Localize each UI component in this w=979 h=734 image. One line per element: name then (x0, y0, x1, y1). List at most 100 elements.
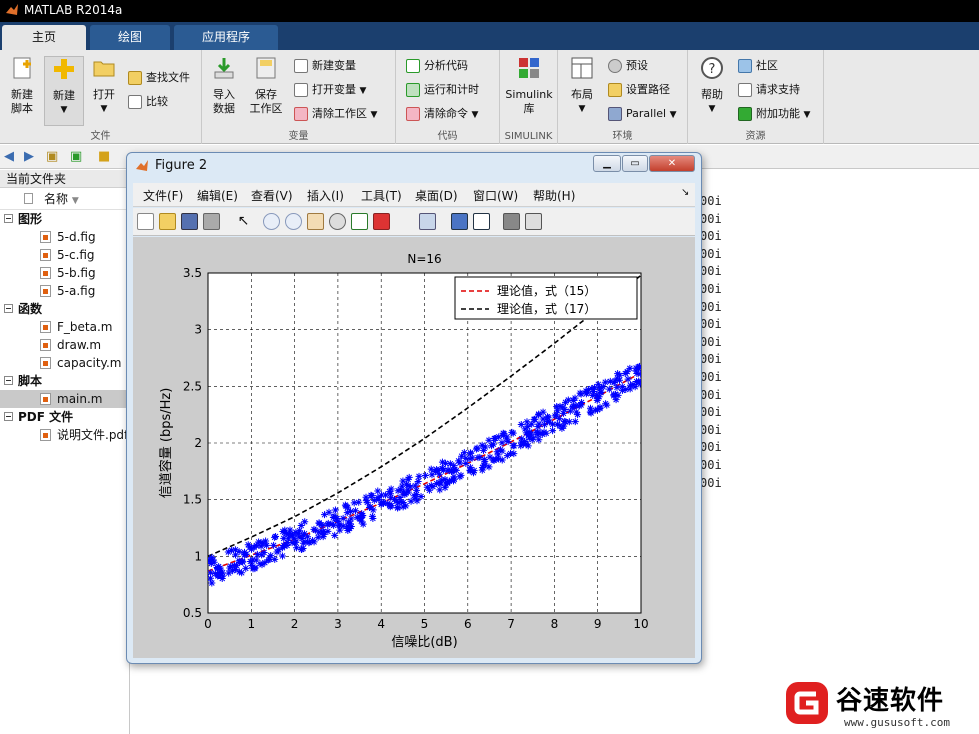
svg-text:?: ? (709, 62, 716, 77)
y-axis-label: 信道容量 (bps/Hz) (158, 388, 174, 499)
tree-file-item[interactable]: 5-b.fig (0, 264, 129, 282)
link-plot-icon[interactable] (419, 213, 436, 230)
tree-file-item[interactable]: 5-a.fig (0, 282, 129, 300)
tree-file-item[interactable]: 5-d.fig (0, 228, 129, 246)
back-arrow-icon[interactable]: ◀ (4, 149, 14, 164)
request-support-button[interactable]: 请求支持 (738, 80, 800, 100)
dock-arrow-icon[interactable]: ↘ (681, 187, 689, 198)
data-point-star (616, 371, 624, 379)
clear-commands-button[interactable]: 清除命令 ▼ (406, 104, 478, 124)
parallel-button[interactable]: Parallel ▼ (608, 104, 677, 124)
tree-file-item[interactable]: 5-c.fig (0, 246, 129, 264)
pan-hand-icon[interactable] (307, 213, 324, 230)
up-folder-icon[interactable]: ▣ (46, 149, 58, 164)
tab-home[interactable]: 主页 (2, 25, 86, 50)
help-button[interactable]: ? 帮助 ▼ (692, 56, 732, 116)
legend-icon[interactable] (473, 213, 490, 230)
data-cursor-icon[interactable] (351, 213, 368, 230)
menu-file[interactable]: 文件(F) (143, 187, 183, 204)
compare-icon (128, 95, 142, 109)
group-resources-label: 资源 (745, 131, 766, 142)
forward-arrow-icon[interactable]: ▶ (24, 149, 34, 164)
data-point-star (504, 438, 512, 446)
open-variable-button[interactable]: 打开变量 ▼ (294, 80, 366, 100)
tree-file-item[interactable]: draw.m (0, 336, 129, 354)
tree-file-label: F_beta.m (57, 320, 113, 334)
menu-help[interactable]: 帮助(H) (533, 187, 575, 204)
data-point-star (525, 431, 533, 439)
new-figure-icon[interactable] (137, 213, 154, 230)
menu-insert[interactable]: 插入(I) (307, 187, 344, 204)
y-tick-label: 2.5 (183, 379, 202, 393)
import-data-button[interactable]: 导入 数据 (204, 56, 244, 116)
minimize-button[interactable]: ▁ (593, 155, 621, 172)
x-tick-label: 3 (334, 617, 342, 631)
layout-button[interactable]: 布局 ▼ (562, 56, 602, 116)
new-script-button[interactable]: 新建 脚本 (2, 56, 42, 116)
close-button[interactable]: ✕ (649, 155, 695, 172)
rotate-3d-icon[interactable] (329, 213, 346, 230)
community-button[interactable]: 社区 (738, 56, 778, 76)
analyze-code-button[interactable]: 分析代码 (406, 56, 468, 76)
tree-file-item[interactable]: main.m (0, 390, 129, 408)
preferences-button[interactable]: 预设 (608, 56, 648, 76)
scatter-chart[interactable]: 0 1 2 3 4 5 6 7 8 9 10 0.5 1 1.5 2 2.5 3 3.5 N=16 信噪比(dB) 信道… (133, 237, 695, 658)
print-icon[interactable] (203, 213, 220, 230)
menu-edit[interactable]: 编辑(E) (197, 187, 238, 204)
tree-category[interactable]: PDF 文件 (0, 408, 129, 426)
new-button[interactable]: 新建 ▼ (44, 56, 84, 126)
tree-category[interactable]: 图形 (0, 210, 129, 228)
zoom-out-icon[interactable] (285, 213, 302, 230)
browse-folder-icon[interactable]: ▣ (70, 149, 82, 164)
save-workspace-button[interactable]: 保存 工作区 (246, 56, 286, 116)
menu-desktop[interactable]: 桌面(D) (415, 187, 458, 204)
maximize-button[interactable]: ▭ (622, 155, 648, 172)
simulink-library-button[interactable]: Simulink 库 (504, 56, 554, 116)
x-tick-label: 5 (421, 617, 429, 631)
figure-canvas[interactable]: 0 1 2 3 4 5 6 7 8 9 10 0.5 1 1.5 2 2.5 3 3.5 N=16 信噪比(dB) 信道… (133, 237, 695, 658)
compare-button[interactable]: 比较 (128, 92, 168, 112)
name-column-header[interactable]: 名称 ▼ (0, 188, 129, 210)
show-plot-tools-icon[interactable] (525, 213, 542, 230)
figure-window[interactable]: Figure 2 ▁ ▭ ✕ 文件(F) 编辑(E) 查看(V) 插入(I) 工… (126, 152, 702, 664)
file-icon (40, 429, 51, 441)
data-point-star (498, 447, 506, 455)
run-and-time-button[interactable]: 运行和计时 (406, 80, 479, 100)
set-path-button[interactable]: 设置路径 (608, 80, 670, 100)
menu-tools[interactable]: 工具(T) (361, 187, 402, 204)
open-file-icon[interactable] (159, 213, 176, 230)
group-variable-label: 变量 (288, 131, 309, 142)
data-point-star (578, 398, 586, 406)
collapse-toggle-icon[interactable] (4, 214, 13, 223)
clear-workspace-button[interactable]: 清除工作区 ▼ (294, 104, 377, 124)
data-point-star (258, 551, 266, 559)
collapse-toggle-icon[interactable] (4, 376, 13, 385)
tree-file-item[interactable]: capacity.m (0, 354, 129, 372)
new-variable-button[interactable]: 新建变量 (294, 56, 356, 76)
pointer-icon[interactable]: ↖ (235, 213, 252, 230)
collapse-toggle-icon[interactable] (4, 304, 13, 313)
zoom-in-icon[interactable] (263, 213, 280, 230)
brush-icon[interactable] (373, 213, 390, 230)
data-point-star (272, 532, 280, 540)
new-plus-icon (54, 59, 74, 79)
tree-file-item[interactable]: 说明文件.pdf (0, 426, 129, 444)
hide-plot-tools-icon[interactable] (503, 213, 520, 230)
collapse-toggle-icon[interactable] (4, 412, 13, 421)
find-files-button[interactable]: 查找文件 (128, 68, 190, 88)
set-path-label: 设置路径 (626, 83, 670, 96)
tree-category[interactable]: 脚本 (0, 372, 129, 390)
tree-category[interactable]: 函数 (0, 300, 129, 318)
save-icon[interactable] (181, 213, 198, 230)
add-ons-button[interactable]: 附加功能 ▼ (738, 104, 810, 124)
figure-titlebar[interactable]: Figure 2 ▁ ▭ ✕ (127, 153, 701, 179)
menu-window[interactable]: 窗口(W) (473, 187, 518, 204)
colorbar-icon[interactable] (451, 213, 468, 230)
tree-file-item[interactable]: F_beta.m (0, 318, 129, 336)
command-window[interactable]: 00i 00i 00i 00i 00i 00i 00i 00i 00i 00i 00i 00i 00i 0… (700, 170, 979, 734)
tab-apps[interactable]: 应用程序 (174, 25, 278, 50)
figure-title: Figure 2 (155, 158, 208, 173)
open-button[interactable]: 打开 ▼ (84, 56, 124, 116)
tab-plots[interactable]: 绘图 (90, 25, 170, 50)
menu-view[interactable]: 查看(V) (251, 187, 293, 204)
